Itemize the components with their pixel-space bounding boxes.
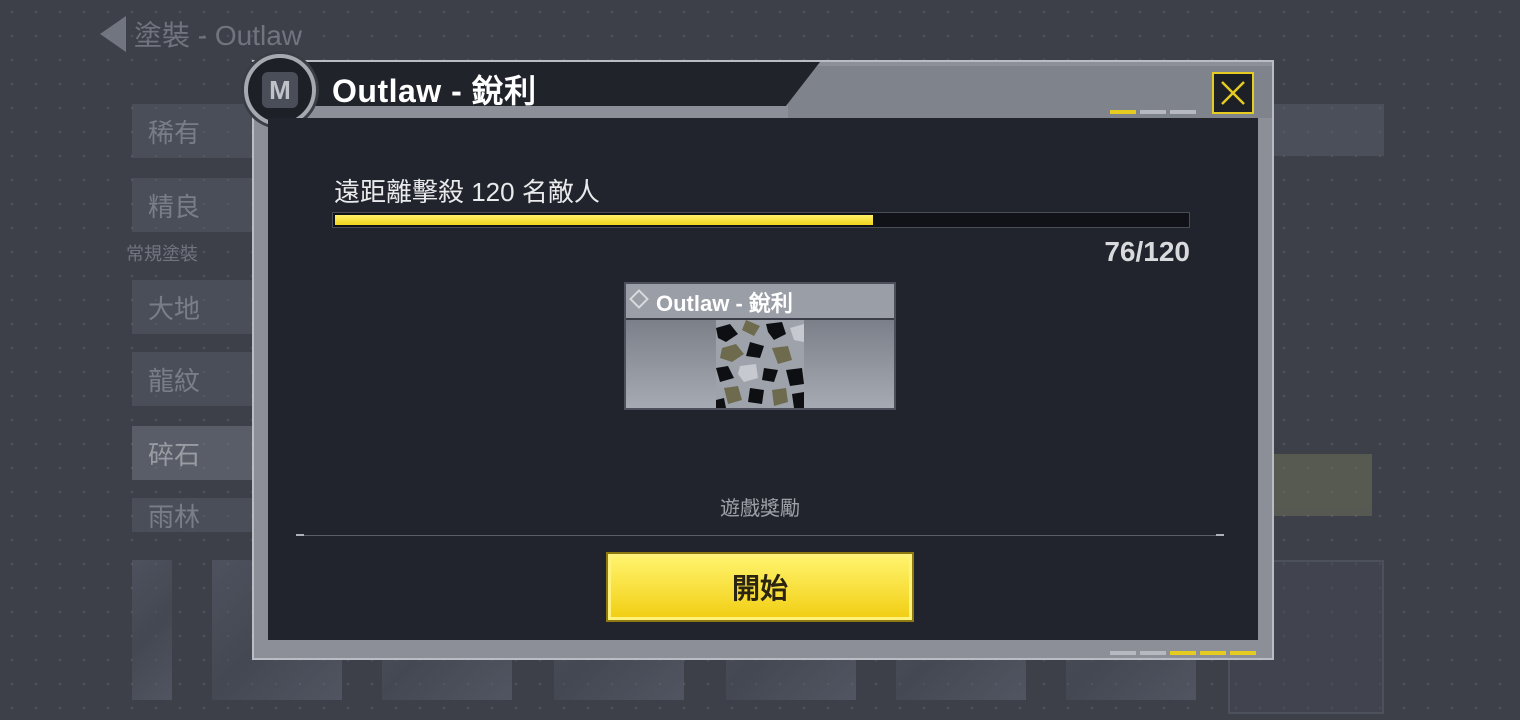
- page-indicator: [1110, 110, 1196, 114]
- category-item: 大地: [132, 280, 252, 334]
- section-label: 常規塗裝: [126, 244, 198, 264]
- page-indicator-bottom: [1110, 651, 1256, 655]
- category-item: 龍紋: [132, 352, 252, 406]
- dialog-title: Outlaw - 銳利: [332, 73, 537, 109]
- divider-cap: [1216, 534, 1224, 536]
- diamond-icon: [629, 289, 649, 309]
- progress-bar: [332, 212, 1190, 228]
- close-button[interactable]: [1212, 72, 1254, 114]
- camo-pattern-image: [716, 320, 804, 408]
- dialog-header-bar: [788, 66, 1272, 118]
- back-arrow-icon: [100, 16, 126, 52]
- back-title: 塗裝 - Outlaw: [134, 20, 303, 51]
- divider-cap: [296, 534, 304, 536]
- reward-card-header: Outlaw - 銳利: [626, 284, 894, 320]
- category-item: 稀有: [132, 104, 252, 158]
- progress-fill: [335, 215, 873, 225]
- start-button[interactable]: 開始: [606, 552, 914, 622]
- background-panel: [1260, 104, 1384, 156]
- category-item: 精良: [132, 178, 252, 232]
- reward-card[interactable]: Outlaw - 銳利: [624, 282, 896, 410]
- background-thumbnail: [132, 560, 172, 700]
- reward-name: Outlaw - 銳利: [656, 291, 793, 316]
- progress-count: 76/120: [1104, 236, 1190, 267]
- task-label: 遠距離擊殺 120 名敵人: [334, 177, 600, 207]
- badge-letter: M: [262, 72, 298, 108]
- rewards-label: 遊戲獎勵: [720, 498, 800, 520]
- back-navigation: 塗裝 - Outlaw: [100, 14, 302, 54]
- close-icon: [1221, 81, 1245, 105]
- divider: [296, 535, 1224, 536]
- category-item: 碎石: [132, 426, 252, 480]
- mode-badge-icon: M: [244, 54, 316, 126]
